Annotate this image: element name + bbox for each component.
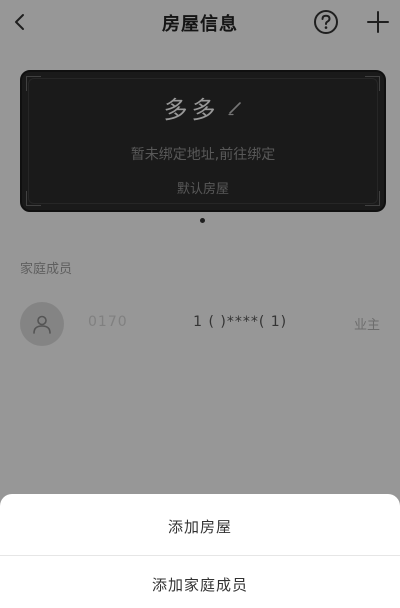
- add-house-button[interactable]: 添加房屋: [0, 498, 400, 555]
- add-family-member-button[interactable]: 添加家庭成员: [0, 556, 400, 608]
- action-sheet: 添加房屋 添加家庭成员: [0, 494, 400, 608]
